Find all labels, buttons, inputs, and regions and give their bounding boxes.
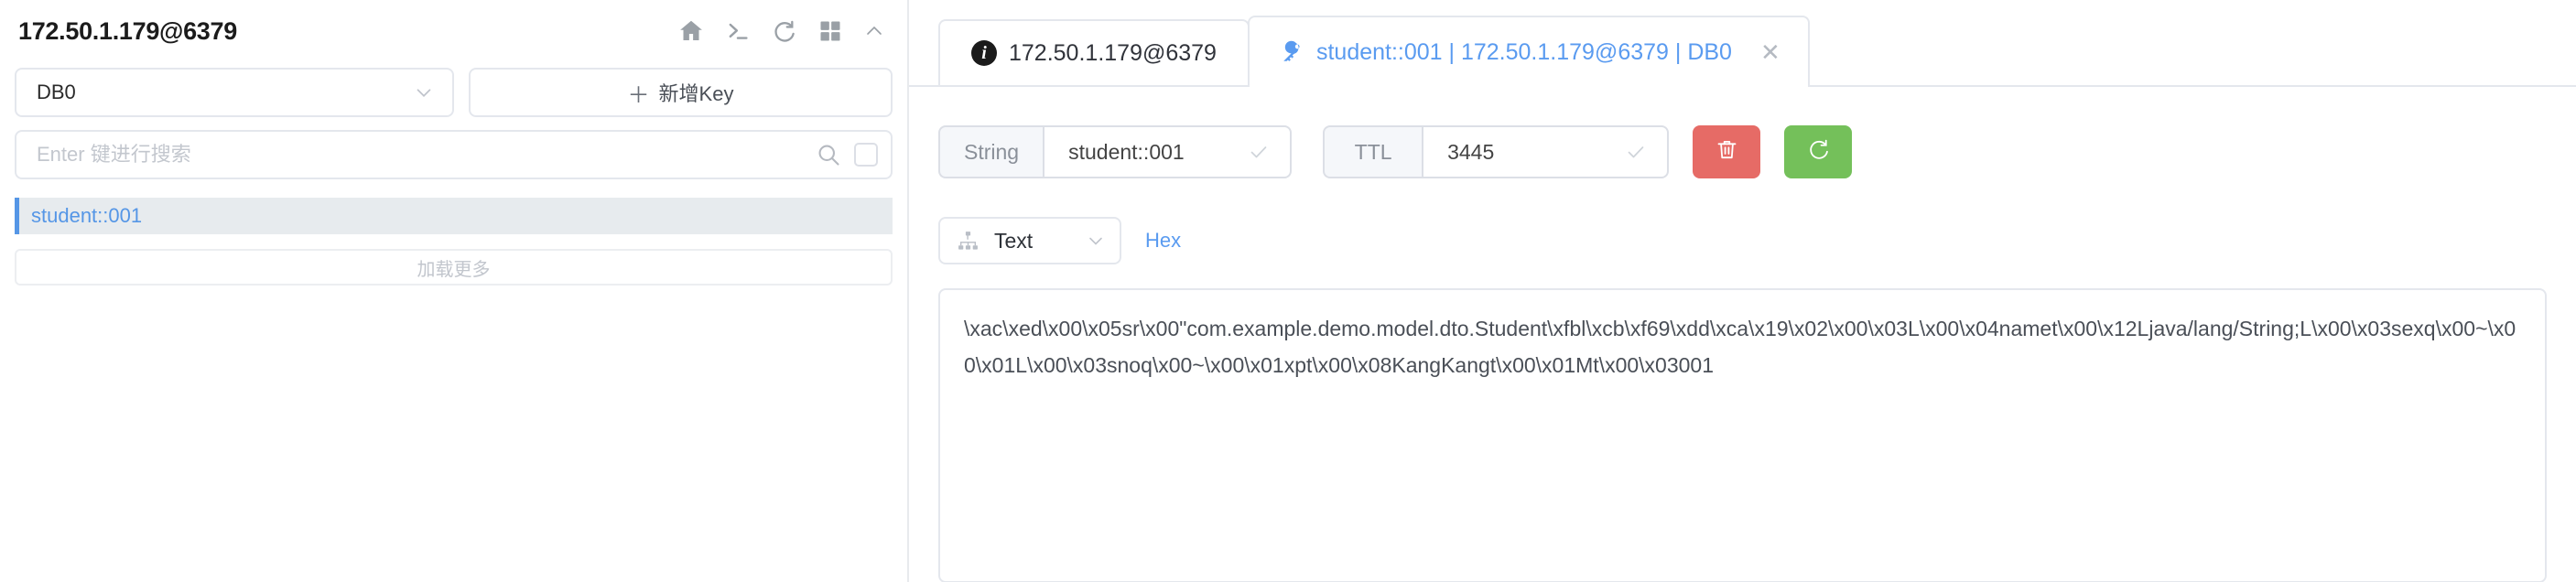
list-item[interactable]: student::001 — [15, 198, 893, 234]
tab-key-detail-label: student::001 | 172.50.1.179@6379 | DB0 — [1315, 38, 1732, 65]
key-search-bar[interactable] — [15, 130, 893, 179]
key-type-label: String — [938, 125, 1044, 178]
value-view-bar: Text Hex — [938, 217, 2576, 264]
sidebar-toolbar — [677, 17, 891, 45]
ttl-value: 3445 — [1447, 139, 1495, 164]
delete-key-button[interactable] — [1693, 125, 1761, 178]
tab-server-info[interactable]: i 172.50.1.179@6379 — [938, 19, 1250, 85]
key-icon — [1281, 40, 1304, 64]
main-panel: i 172.50.1.179@6379 student::001 | 172.5… — [909, 0, 2576, 582]
key-name: student::001 — [31, 204, 143, 227]
chevron-up-icon[interactable] — [863, 20, 885, 42]
refresh-icon[interactable] — [771, 18, 797, 45]
connection-title: 172.50.1.179@6379 — [18, 16, 237, 45]
database-select-value: DB0 — [37, 81, 76, 103]
plus-icon: ＋ — [627, 82, 650, 108]
redis-client-window: 172.50.1.179@6379 DB0 ＋ 新增Key Enter 键进行搜… — [0, 0, 2576, 582]
tab-bar: i 172.50.1.179@6379 student::001 | 172.5… — [909, 0, 2576, 87]
grid-icon[interactable] — [817, 18, 843, 44]
tab-server-info-label: 172.50.1.179@6379 — [1009, 39, 1217, 66]
sidebar: 172.50.1.179@6379 DB0 ＋ 新增Key Enter 键进行搜… — [0, 0, 909, 582]
value-format-value: Text — [994, 228, 1034, 253]
search-input[interactable] — [37, 143, 816, 167]
home-icon[interactable] — [677, 17, 705, 45]
add-key-button[interactable]: ＋ 新增Key — [469, 68, 893, 117]
database-select[interactable]: DB0 — [15, 68, 454, 117]
key-list: student::001 — [15, 198, 893, 234]
load-more-button[interactable]: 加载更多 — [15, 249, 893, 286]
key-name-group: String student::001 — [938, 125, 1293, 178]
ttl-input[interactable]: 3445 — [1422, 125, 1670, 178]
chevron-down-icon — [412, 81, 436, 104]
tab-key-detail[interactable]: student::001 | 172.50.1.179@6379 | DB0 ✕ — [1247, 16, 1810, 87]
check-icon[interactable] — [1248, 141, 1270, 163]
sidebar-controls-row: DB0 ＋ 新增Key — [15, 68, 893, 117]
ttl-group: TTL 3445 — [1323, 125, 1670, 178]
refresh-icon — [1806, 137, 1831, 167]
sitemap-icon — [957, 230, 980, 253]
check-icon[interactable] — [1625, 141, 1647, 163]
select-all-checkbox[interactable] — [854, 143, 878, 167]
sidebar-header: 172.50.1.179@6379 — [15, 0, 893, 62]
close-icon[interactable]: ✕ — [1760, 40, 1780, 64]
info-icon: i — [971, 40, 997, 66]
key-form-row: String student::001 TTL 3445 — [938, 125, 2576, 178]
chevron-down-icon — [1085, 230, 1107, 252]
key-name-value: student::001 — [1068, 139, 1185, 164]
refresh-key-button[interactable] — [1784, 125, 1853, 178]
value-content-area[interactable]: \xac\xed\x00\x05sr\x00"com.example.demo.… — [938, 288, 2547, 582]
value-format-select[interactable]: Text — [938, 217, 1121, 264]
search-icon[interactable] — [816, 142, 841, 167]
trash-icon — [1715, 137, 1739, 167]
add-key-button-label: 新增Key — [658, 82, 734, 105]
terminal-icon[interactable] — [725, 18, 751, 44]
key-name-input[interactable]: student::001 — [1043, 125, 1293, 178]
ttl-label: TTL — [1323, 125, 1423, 178]
hex-view-link[interactable]: Hex — [1145, 229, 1181, 253]
